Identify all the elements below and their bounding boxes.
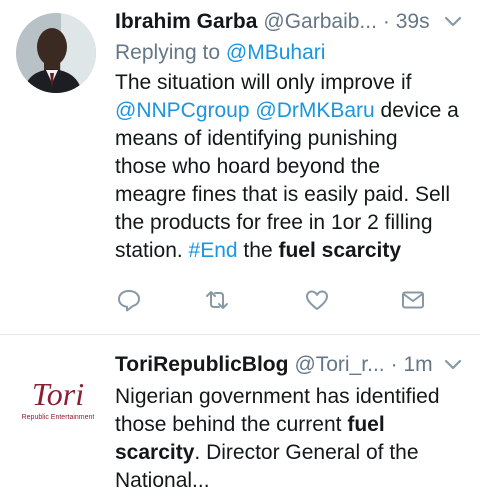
- logo-tagline: Republic Entertainment: [22, 414, 95, 421]
- display-name[interactable]: Ibrahim Garba: [115, 8, 257, 36]
- tweet-text: Nigerian government has identified those…: [115, 383, 464, 495]
- tweet-content: Ibrahim Garba @Garbaib... · 39s Replying…: [115, 8, 464, 265]
- text-segment: device a means of identifying punishing …: [115, 99, 459, 262]
- text-segment: Nigerian government has identified those…: [115, 385, 440, 436]
- replying-to-mention[interactable]: @MBuhari: [226, 41, 326, 64]
- tweet[interactable]: Ibrahim Garba @Garbaib... · 39s Replying…: [0, 0, 480, 334]
- avatar[interactable]: [16, 13, 96, 93]
- chevron-down-icon[interactable]: [442, 10, 464, 32]
- tweet-text: The situation will only improve if @NNPC…: [115, 69, 464, 265]
- logo-text: Tori: [32, 376, 84, 412]
- mention-link[interactable]: @NNPCgroup: [115, 99, 250, 122]
- mention-link[interactable]: @DrMKBaru: [255, 99, 374, 122]
- like-icon[interactable]: [303, 286, 331, 314]
- timestamp[interactable]: · 39s: [383, 8, 430, 36]
- replying-to-label: Replying to: [115, 41, 226, 64]
- user-handle[interactable]: @Garbaib...: [263, 8, 377, 36]
- tweet[interactable]: Tori Republic Entertainment ToriRepublic…: [0, 334, 480, 502]
- display-name[interactable]: ToriRepublicBlog: [115, 351, 288, 379]
- chevron-down-icon[interactable]: [442, 353, 464, 375]
- replying-to: Replying to @MBuhari: [115, 39, 464, 67]
- avatar[interactable]: Tori Republic Entertainment: [16, 355, 100, 439]
- tori-logo: Tori Republic Entertainment: [22, 376, 95, 421]
- highlighted-term: fuel scarcity: [278, 239, 402, 262]
- tweet-actions: [115, 286, 435, 322]
- text-segment: the: [237, 239, 279, 262]
- tweet-header: Ibrahim Garba @Garbaib... · 39s: [115, 8, 464, 38]
- tweet-content: ToriRepublicBlog @Tori_r... · 1m Nigeria…: [115, 351, 464, 495]
- user-handle[interactable]: @Tori_r...: [294, 351, 384, 379]
- user-photo-avatar: [16, 13, 96, 93]
- hashtag-link[interactable]: #End: [189, 239, 238, 262]
- retweet-icon[interactable]: [203, 286, 231, 314]
- reply-icon[interactable]: [115, 286, 143, 314]
- direct-message-icon[interactable]: [399, 286, 427, 314]
- tweet-header: ToriRepublicBlog @Tori_r... · 1m: [115, 351, 464, 381]
- text-segment: The situation will only improve if: [115, 71, 412, 94]
- timestamp[interactable]: · 1m: [391, 351, 433, 379]
